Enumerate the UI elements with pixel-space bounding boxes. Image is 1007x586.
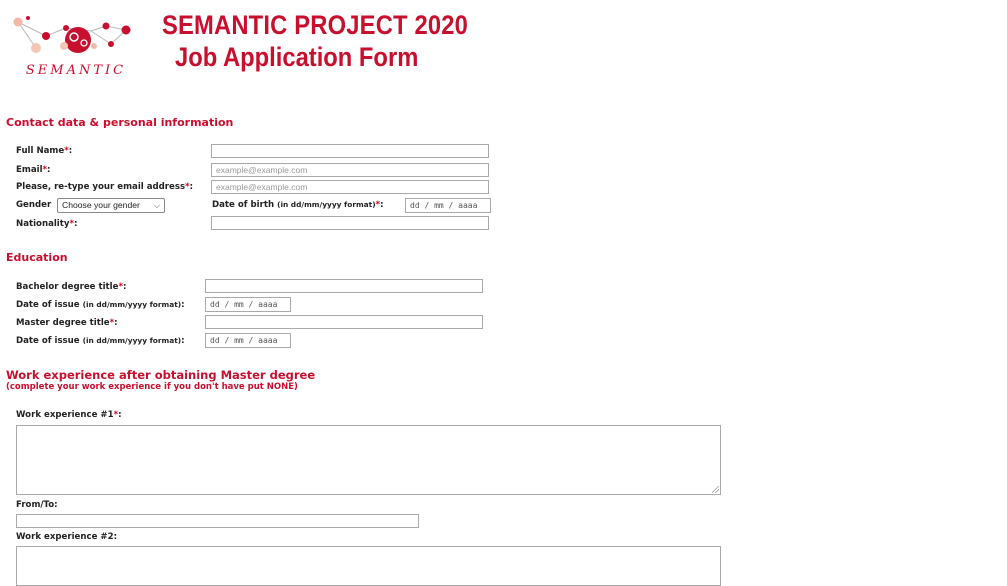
resize-handle-icon[interactable] [712,486,719,493]
fromto-label: From/To: [16,500,58,510]
dob-label: Date of birth (in dd/mm/yyyy format)*: [212,200,384,210]
gender-select[interactable]: Choose your gender ⌵ [57,198,165,213]
semantic-logo: SEMANTIC [13,16,131,78]
gender-label: Gender [16,200,52,210]
work-exp2-label: Work experience #2: [16,532,118,542]
master-issue-date-input[interactable]: dd / mm / aaaa [205,333,291,348]
bachelor-issue-date-input[interactable]: dd / mm / aaaa [205,297,291,312]
master-title-input[interactable] [205,315,483,329]
bachelor-title-label: Bachelor degree title*: [16,282,127,292]
page-subtitle: Job Application Form [175,42,419,72]
full-name-input[interactable] [211,144,489,158]
dob-input[interactable]: dd / mm / aaaa [405,198,491,213]
bachelor-issue-label: Date of issue (in dd/mm/yyyy format): [16,300,185,310]
section-work-note: (complete your work experience if you do… [6,382,298,392]
retype-email-label: Please, re-type your email address*: [16,182,194,192]
email-label: Email*: [16,165,51,175]
fromto-input[interactable] [16,514,419,528]
work-exp1-label: Work experience #1*: [16,410,122,420]
section-work-heading: Work experience after obtaining Master d… [6,368,316,382]
page-title: SEMANTIC PROJECT 2020 [162,10,469,40]
nationality-input[interactable] [211,216,489,230]
master-title-label: Master degree title*: [16,318,118,328]
svg-text:SEMANTIC: SEMANTIC [26,63,126,78]
bachelor-title-input[interactable] [205,279,483,293]
work-exp2-textarea[interactable] [16,546,721,586]
retype-email-input[interactable]: example@example.com [211,180,489,194]
master-issue-label: Date of issue (in dd/mm/yyyy format): [16,336,185,346]
email-input[interactable]: example@example.com [211,163,489,177]
section-contact-heading: Contact data & personal information [6,116,234,129]
work-exp1-textarea[interactable] [16,425,721,495]
section-education-heading: Education [6,251,68,264]
full-name-label: Full Name*: [16,146,73,156]
chevron-down-icon: ⌵ [153,201,160,210]
nationality-label: Nationality*: [16,219,78,229]
